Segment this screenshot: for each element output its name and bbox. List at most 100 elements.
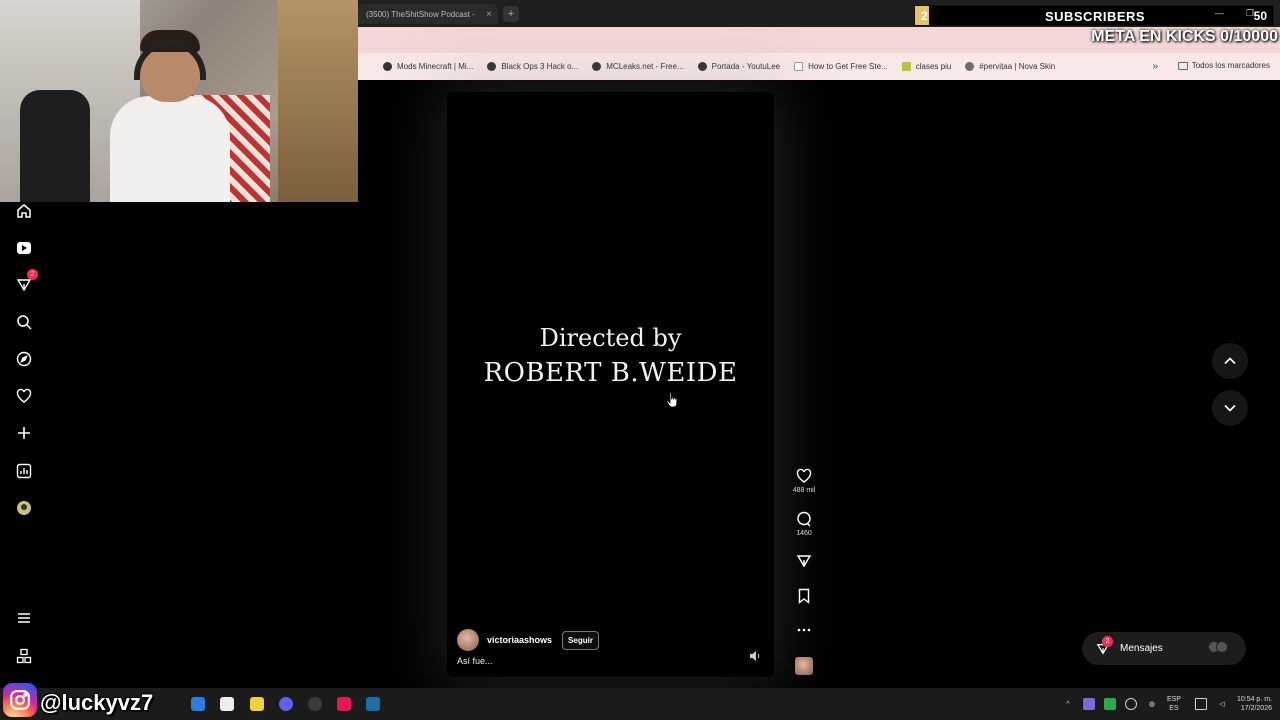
all-bookmarks-label: Todos los marcadores xyxy=(1191,61,1270,70)
creator-avatar[interactable] xyxy=(795,657,813,675)
bookmark-item[interactable]: Black Ops 3 Hack o... xyxy=(487,62,578,71)
restore-icon[interactable]: ❐ xyxy=(1246,8,1254,19)
analytics-icon[interactable] xyxy=(14,461,34,481)
chevron-up-icon[interactable]: ^ xyxy=(1062,698,1074,710)
chevron-up-icon xyxy=(1224,357,1236,365)
tab-close-icon[interactable]: × xyxy=(486,9,492,20)
language-indicator[interactable]: ESP ES xyxy=(1167,695,1181,713)
volume-icon[interactable] xyxy=(749,650,761,662)
app-tray-icon[interactable] xyxy=(1082,698,1095,710)
clock[interactable]: 10:54 p. m. 17/2/2026 xyxy=(1237,695,1272,713)
globe-icon xyxy=(592,62,602,71)
share-button[interactable] xyxy=(784,553,824,569)
store-icon[interactable] xyxy=(191,697,205,711)
sticky-notes-icon[interactable] xyxy=(250,697,264,711)
microphone-icon[interactable]: ◍ xyxy=(1146,698,1158,710)
bookmark-item[interactable]: clases piu xyxy=(901,62,952,71)
display-icon[interactable] xyxy=(1194,698,1207,710)
steam-icon[interactable] xyxy=(366,697,380,711)
author-avatar[interactable] xyxy=(457,629,479,651)
bookmark-label: clases piu xyxy=(915,62,952,71)
language-top: ESP xyxy=(1166,696,1181,703)
next-video-button[interactable] xyxy=(1212,390,1248,426)
bookmark-item[interactable]: MCLeaks.net - Free... xyxy=(592,62,684,71)
bookmarks-more-icon[interactable]: » xyxy=(1152,61,1158,72)
globe-icon xyxy=(383,62,392,71)
like-count: 488 mil xyxy=(792,487,816,494)
discord-icon[interactable] xyxy=(279,697,293,711)
home-icon[interactable] xyxy=(14,201,34,221)
author-name[interactable]: victoriaashows xyxy=(487,635,552,645)
image-icon xyxy=(901,62,911,71)
more-apps-icon[interactable] xyxy=(14,646,34,666)
clock-date: 17/2/2026 xyxy=(1240,705,1272,712)
browser-tab[interactable]: (3500) TheShitShow Podcast - × xyxy=(358,4,498,24)
folder-icon xyxy=(1177,61,1188,70)
bookmark-item[interactable]: #pervitaa | Nova Skin xyxy=(965,62,1055,71)
bookmark-label: Portada - YoutuLee xyxy=(711,62,781,71)
globe-icon xyxy=(487,62,497,71)
bookmark-item[interactable]: Mods Minecraft | Mi... xyxy=(383,62,473,71)
video-player[interactable]: Directed by ROBERT B.WEIDE victoriaashow… xyxy=(447,92,774,677)
clock-time: 10:54 p. m. xyxy=(1236,696,1272,703)
language-bottom: ES xyxy=(1169,705,1179,712)
network-icon[interactable] xyxy=(1124,698,1137,710)
social-handle: @luckyvz7 xyxy=(40,690,154,715)
bookmark-item[interactable]: Portada - YoutuLee xyxy=(697,62,781,71)
compass-icon[interactable] xyxy=(14,349,34,369)
comment-icon xyxy=(797,511,811,527)
heart-icon[interactable] xyxy=(14,386,34,406)
messages-button[interactable]: 2 Mensajes xyxy=(1082,632,1246,665)
profile-icon[interactable] xyxy=(14,498,34,518)
tiktok-icon[interactable] xyxy=(337,697,351,711)
video-credit-line-2: ROBERT B.WEIDE xyxy=(483,358,738,388)
system-tray: ^ ◍ ESP ES ◁ 10:54 p. m. 17/2/2026 xyxy=(1062,690,1280,718)
instagram-icon xyxy=(3,683,37,717)
follow-button[interactable]: Seguir xyxy=(562,630,599,650)
bookmark-label: MCLeaks.net - Free... xyxy=(606,62,684,71)
save-button[interactable] xyxy=(784,588,824,604)
share-icon xyxy=(796,555,812,568)
more-dots-icon xyxy=(797,628,811,632)
heart-icon xyxy=(796,468,812,483)
globe-icon xyxy=(697,62,707,71)
notifications-icon[interactable]: 2 xyxy=(14,269,38,295)
previous-video-button[interactable] xyxy=(1212,343,1248,379)
search-icon[interactable] xyxy=(14,312,34,332)
calculator-icon[interactable] xyxy=(220,697,234,711)
video-author: victoriaashows Seguir xyxy=(457,629,599,651)
hand-cursor-icon xyxy=(666,392,678,408)
streamer xyxy=(110,30,230,202)
bookmark-label: Mods Minecraft | Mi... xyxy=(397,62,474,71)
bookmarks-bar: Mods Minecraft | Mi... Black Ops 3 Hack o… xyxy=(358,53,1280,80)
messages-label: Mensajes xyxy=(1120,643,1163,654)
bookmark-label: How to Get Free Ste... xyxy=(808,62,888,71)
window-controls: — ❐ xyxy=(1215,8,1254,19)
video-credit-line-1: Directed by xyxy=(539,324,682,352)
video-play-icon[interactable] xyxy=(14,238,34,258)
volume-icon[interactable]: ◁ xyxy=(1216,698,1228,710)
new-tab-button[interactable]: + xyxy=(503,6,519,22)
chrome-icon[interactable] xyxy=(308,697,322,711)
bookmark-icon xyxy=(798,588,810,604)
security-icon[interactable] xyxy=(1103,698,1116,710)
video-caption: Así fue... xyxy=(457,656,493,666)
all-bookmarks-button[interactable]: Todos los marcadores xyxy=(1177,61,1270,70)
minimize-icon[interactable]: — xyxy=(1215,8,1224,19)
bookmark-item[interactable]: How to Get Free Ste... xyxy=(794,62,888,71)
messages-badge: 2 xyxy=(1102,636,1113,647)
bookmark-label: #pervitaa | Nova Skin xyxy=(979,62,1056,71)
like-button[interactable]: 488 mil xyxy=(784,468,824,494)
message-avatars xyxy=(1208,641,1234,655)
webcam-overlay xyxy=(0,0,358,202)
menu-icon[interactable] xyxy=(14,608,34,628)
plus-icon[interactable] xyxy=(14,423,34,443)
page-icon xyxy=(794,62,804,71)
more-options-button[interactable] xyxy=(784,622,824,638)
chevron-down-icon xyxy=(1224,404,1236,412)
tab-title: (3500) TheShitShow Podcast - xyxy=(366,9,475,19)
subscribers-goal: 50 xyxy=(1253,9,1267,23)
comment-button[interactable]: 1460 xyxy=(784,511,824,537)
kicks-goal-text: META EN KICKS 0/10000 xyxy=(1091,28,1278,45)
notifications-badge: 2 xyxy=(27,269,38,280)
